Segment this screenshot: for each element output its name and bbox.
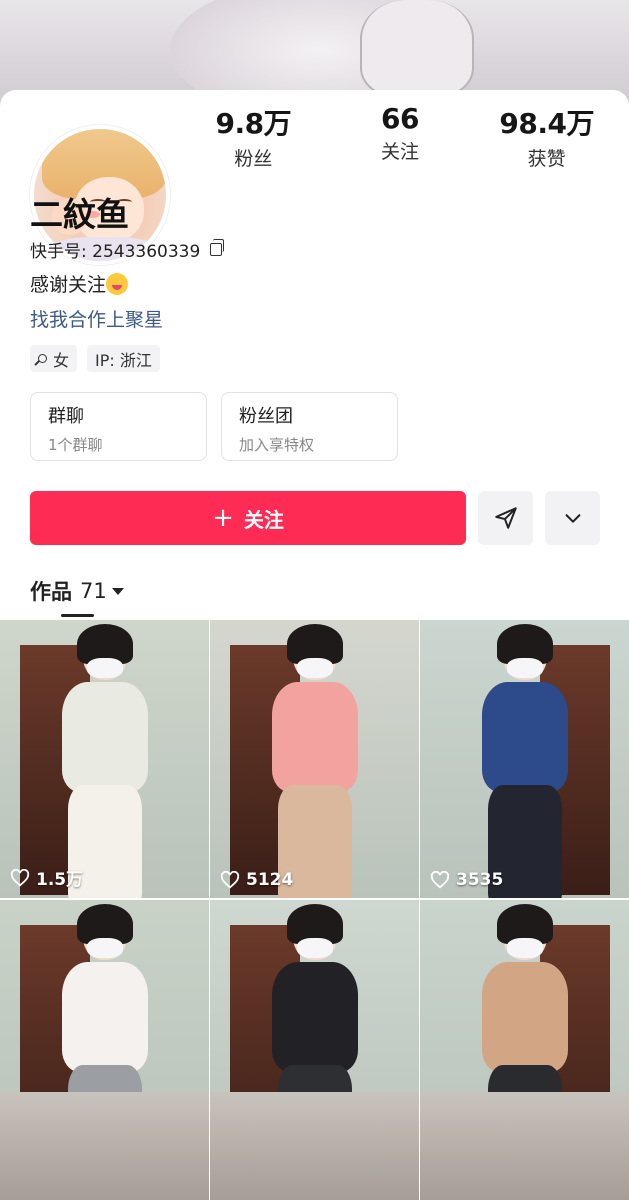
- stat-followers[interactable]: 9.8万 粉丝: [180, 102, 327, 171]
- feature-cards: 群聊 1个群聊 粉丝团 加入享特权: [30, 392, 398, 461]
- bio-text: 感谢关注: [30, 274, 107, 296]
- thumbnail-mask: [86, 658, 123, 678]
- stat-label: 关注: [381, 141, 420, 163]
- thumbnail-person: [260, 624, 370, 898]
- tab-works[interactable]: 作品 71: [30, 576, 124, 606]
- plus-icon: +: [212, 503, 234, 533]
- profile-name: 二紋鱼: [30, 195, 129, 234]
- more-button[interactable]: [545, 491, 600, 545]
- stat-label: 粉丝: [234, 148, 273, 170]
- like-count: 3535: [430, 870, 503, 890]
- card-title: 粉丝团: [239, 406, 293, 427]
- card-subtitle: 加入享特权: [239, 436, 315, 454]
- group-chat-card[interactable]: 群聊 1个群聊: [30, 392, 207, 461]
- thumbnail-person: [470, 624, 580, 898]
- thumbnail-mask: [86, 938, 123, 958]
- follow-button[interactable]: + 关注: [30, 491, 466, 545]
- stat-label: 获赞: [527, 148, 566, 170]
- kuaishou-id-text: 快手号: 2543360339: [30, 242, 201, 262]
- stat-likes[interactable]: 98.4万 获赞: [473, 102, 620, 171]
- profile-tags: 女 IP: 浙江: [30, 345, 160, 372]
- yum-emoji-icon: [106, 273, 129, 295]
- video-thumbnail[interactable]: [0, 1092, 209, 1200]
- copy-icon[interactable]: [210, 239, 225, 256]
- thumbnail-mask: [506, 938, 543, 958]
- card-title: 群聊: [48, 406, 84, 427]
- like-count-text: 1.5万: [36, 870, 84, 890]
- video-thumbnail[interactable]: 1.5万: [0, 620, 209, 898]
- stat-value: 66: [381, 102, 419, 135]
- gender-text: 女: [53, 350, 70, 370]
- profile-sheet: 9.8万 粉丝 66 关注 98.4万 获赞 二紋鱼 快手号: 25433603…: [0, 90, 629, 1200]
- like-count-text: 3535: [456, 870, 504, 890]
- thumbnail-mask: [296, 938, 333, 958]
- stat-value: 98.4万: [499, 107, 594, 140]
- dropdown-triangle-icon: [111, 587, 124, 595]
- thumbnail-top: [271, 962, 358, 1072]
- thumbnail-person: [50, 624, 160, 898]
- send-message-button[interactable]: [478, 491, 533, 545]
- like-count-text: 5124: [246, 870, 294, 890]
- card-subtitle: 1个群聊: [48, 436, 103, 454]
- stat-following[interactable]: 66 关注: [327, 102, 474, 171]
- gender-tag: 女: [30, 345, 78, 372]
- chevron-down-icon: [565, 514, 580, 523]
- thumbnail-mask: [506, 658, 543, 678]
- thumbnail-top: [481, 962, 568, 1072]
- profile-stats: 9.8万 粉丝 66 关注 98.4万 获赞: [180, 102, 620, 171]
- like-count: 1.5万: [10, 865, 83, 890]
- video-thumbnail[interactable]: 3535: [420, 620, 629, 898]
- heart-icon: [220, 871, 240, 889]
- cooperation-link[interactable]: 找我合作上聚星: [30, 305, 163, 332]
- video-thumbnail[interactable]: [210, 1092, 419, 1200]
- stat-value: 9.8万: [215, 107, 292, 140]
- next-row-thumbnails: [0, 1092, 629, 1200]
- works-label: 作品: [30, 580, 72, 604]
- kuaishou-id: 快手号: 2543360339: [30, 237, 225, 262]
- thumbnail-mask: [296, 658, 333, 678]
- video-thumbnail[interactable]: 5124: [210, 620, 419, 898]
- heart-icon: [430, 871, 450, 889]
- like-count: 5124: [220, 870, 293, 890]
- video-thumbnail[interactable]: [420, 1092, 629, 1200]
- ip-text: IP: 浙江: [95, 350, 152, 370]
- profile-bio: 感谢关注: [30, 270, 129, 297]
- tab-underline: [61, 614, 94, 617]
- thumbnail-top: [481, 682, 568, 792]
- follow-label: 关注: [243, 507, 284, 532]
- ip-tag: IP: 浙江: [87, 345, 160, 372]
- fan-club-card[interactable]: 粉丝团 加入享特权: [221, 392, 398, 461]
- thumbnail-top: [61, 682, 148, 792]
- thumbnail-top: [61, 962, 148, 1072]
- heart-icon: [10, 868, 30, 887]
- send-icon: [494, 507, 517, 529]
- female-icon: [38, 354, 47, 363]
- thumbnail-top: [271, 682, 358, 792]
- works-count: 71: [80, 579, 107, 603]
